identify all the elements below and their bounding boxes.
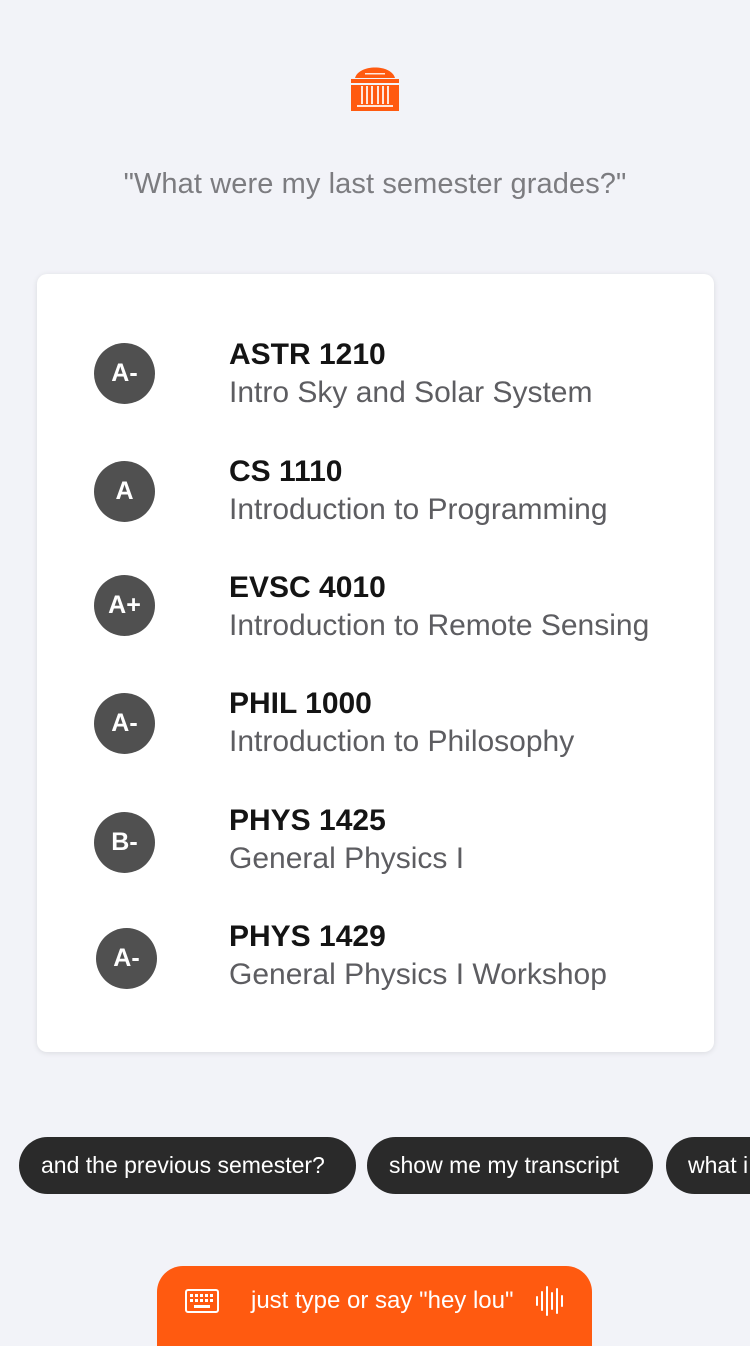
course-name: Introduction to Philosophy [229,725,575,758]
keyboard-icon[interactable] [185,1289,219,1313]
course-row[interactable]: A- PHIL 1000 Introduction to Philosophy [37,687,714,797]
grade-badge: A- [96,928,157,989]
grades-card: A- ASTR 1210 Intro Sky and Solar System … [37,274,714,1052]
course-row[interactable]: A- PHYS 1429 General Physics I Workshop [37,920,714,1030]
course-name: Intro Sky and Solar System [229,376,593,409]
query-text: "What were my last semester grades?" [123,168,627,200]
course-code: PHYS 1429 [229,920,386,953]
course-code: PHYS 1425 [229,804,386,837]
voice-input-bar[interactable]: just type or say "hey lou" [157,1266,592,1346]
grade-badge: B- [94,812,155,873]
grade-badge: A- [94,693,155,754]
course-code: EVSC 4010 [229,571,386,604]
grade-badge: A [94,461,155,522]
grade-badge: A+ [94,575,155,636]
course-row[interactable]: B- PHYS 1425 General Physics I [37,804,714,914]
course-code: PHIL 1000 [229,687,372,720]
course-code: ASTR 1210 [229,338,386,371]
course-name: Introduction to Programming [229,493,608,526]
course-row[interactable]: A- ASTR 1210 Intro Sky and Solar System [37,338,714,448]
suggestion-chip-transcript[interactable]: show me my transcript [367,1137,653,1194]
course-name: General Physics I Workshop [229,958,607,991]
course-row[interactable]: A CS 1110 Introduction to Programming [37,455,714,565]
course-name: General Physics I [229,842,465,875]
course-row[interactable]: A+ EVSC 4010 Introduction to Remote Sens… [37,571,714,681]
voice-wave-icon[interactable] [534,1285,566,1317]
suggestion-chip-more[interactable]: what i [666,1137,750,1194]
suggestion-chip-previous-semester[interactable]: and the previous semester? [19,1137,356,1194]
grade-badge: A- [94,343,155,404]
suggestion-chips: and the previous semester? show me my tr… [0,1137,750,1194]
course-code: CS 1110 [229,455,343,488]
rotunda-logo-icon [351,67,399,111]
course-name: Introduction to Remote Sensing [229,609,650,642]
input-prompt: just type or say "hey lou" [251,1287,514,1314]
